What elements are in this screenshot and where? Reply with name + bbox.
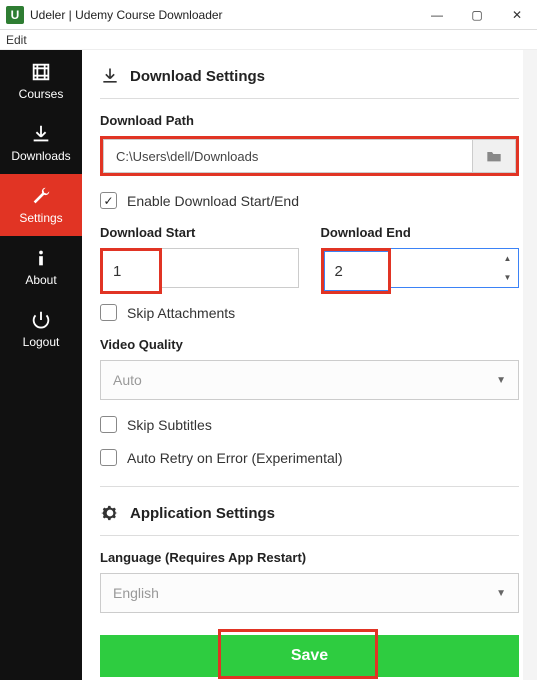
- gear-icon: [100, 503, 120, 523]
- save-button[interactable]: Save: [100, 635, 519, 677]
- sidebar-label: About: [25, 273, 56, 287]
- sidebar: Courses Downloads Settings About Logout: [0, 50, 82, 680]
- enable-start-end-row[interactable]: Enable Download Start/End: [100, 192, 519, 209]
- main-panel: Download Settings Download Path Enable D…: [82, 50, 537, 680]
- skip-attachments-label: Skip Attachments: [127, 305, 235, 321]
- menu-edit[interactable]: Edit: [6, 33, 27, 47]
- menubar: Edit: [0, 30, 537, 50]
- download-start-input[interactable]: [103, 251, 159, 291]
- titlebar-title: Udeler | Udemy Course Downloader: [30, 8, 417, 22]
- video-quality-select[interactable]: Auto ▼: [100, 360, 519, 400]
- close-button[interactable]: ✕: [497, 0, 537, 30]
- download-settings-header: Download Settings: [100, 50, 519, 99]
- skip-subtitles-row[interactable]: Skip Subtitles: [100, 416, 519, 433]
- sidebar-label: Courses: [19, 87, 64, 101]
- sidebar-item-settings[interactable]: Settings: [0, 174, 82, 236]
- chevron-down-icon: ▼: [496, 588, 506, 599]
- sidebar-label: Settings: [19, 211, 62, 225]
- download-end-input[interactable]: [324, 251, 388, 291]
- download-path-row: [100, 136, 519, 176]
- auto-retry-row[interactable]: Auto Retry on Error (Experimental): [100, 449, 519, 466]
- minimize-button[interactable]: —: [417, 0, 457, 30]
- film-icon: [30, 61, 52, 83]
- enable-start-end-checkbox[interactable]: [100, 192, 117, 209]
- folder-icon: [486, 149, 502, 163]
- wrench-icon: [30, 185, 52, 207]
- titlebar: U Udeler | Udemy Course Downloader — ▢ ✕: [0, 0, 537, 30]
- language-label: Language (Requires App Restart): [100, 550, 519, 565]
- video-quality-label: Video Quality: [100, 337, 519, 352]
- sidebar-label: Downloads: [11, 149, 70, 163]
- video-quality-value: Auto: [113, 372, 142, 388]
- download-icon: [100, 66, 120, 86]
- power-icon: [30, 309, 52, 331]
- skip-attachments-checkbox[interactable]: [100, 304, 117, 321]
- download-path-input[interactable]: [103, 139, 472, 173]
- sidebar-item-courses[interactable]: Courses: [0, 50, 82, 112]
- download-start-label: Download Start: [100, 225, 299, 240]
- maximize-button[interactable]: ▢: [457, 0, 497, 30]
- download-settings-heading: Download Settings: [130, 68, 265, 85]
- download-path-label: Download Path: [100, 113, 519, 128]
- skip-subtitles-label: Skip Subtitles: [127, 417, 212, 433]
- sidebar-item-downloads[interactable]: Downloads: [0, 112, 82, 174]
- enable-start-end-label: Enable Download Start/End: [127, 193, 299, 209]
- download-end-spinner[interactable]: ▲ ▼: [497, 248, 519, 288]
- app-icon: U: [6, 6, 24, 24]
- language-select[interactable]: English ▼: [100, 573, 519, 613]
- app-settings-header: Application Settings: [100, 487, 519, 536]
- sidebar-item-logout[interactable]: Logout: [0, 298, 82, 360]
- sidebar-item-about[interactable]: About: [0, 236, 82, 298]
- skip-attachments-row[interactable]: Skip Attachments: [100, 304, 519, 321]
- browse-button[interactable]: [472, 139, 516, 173]
- download-end-label: Download End: [321, 225, 520, 240]
- sidebar-label: Logout: [23, 335, 60, 349]
- download-icon: [30, 123, 52, 145]
- info-icon: [30, 247, 52, 269]
- chevron-down-icon: ▼: [496, 375, 506, 386]
- app-settings-heading: Application Settings: [130, 505, 275, 522]
- spinner-up-icon[interactable]: ▲: [497, 249, 518, 268]
- spinner-down-icon[interactable]: ▼: [497, 268, 518, 287]
- skip-subtitles-checkbox[interactable]: [100, 416, 117, 433]
- download-start-input-rest[interactable]: [162, 248, 299, 288]
- scrollbar[interactable]: [523, 50, 537, 680]
- auto-retry-label: Auto Retry on Error (Experimental): [127, 450, 343, 466]
- auto-retry-checkbox[interactable]: [100, 449, 117, 466]
- language-value: English: [113, 585, 159, 601]
